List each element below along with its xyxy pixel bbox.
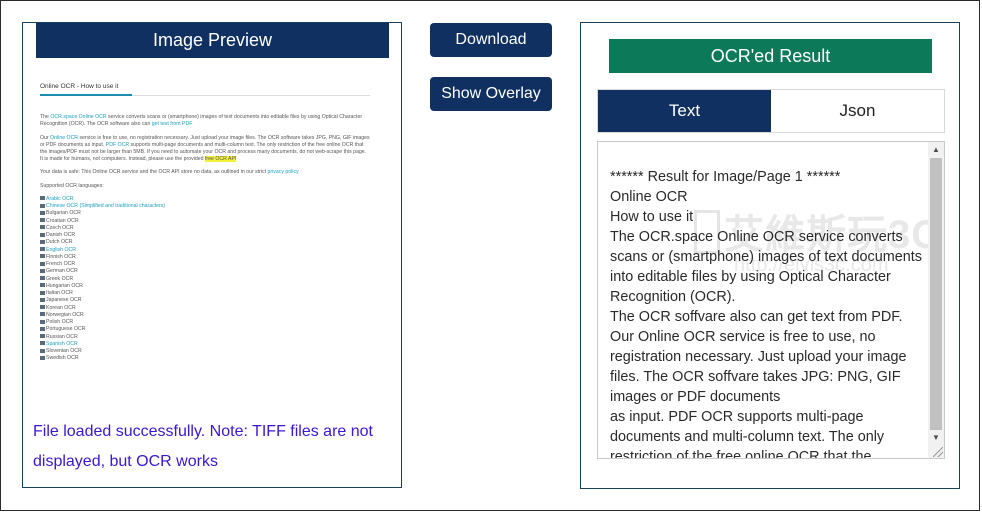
doc-title: Online OCR - How to use it <box>40 83 119 90</box>
scroll-down-icon[interactable]: ▼ <box>928 430 944 444</box>
flag-icon <box>40 210 45 215</box>
language-item: Hungarian OCR <box>40 283 370 290</box>
flag-icon <box>40 334 45 339</box>
language-item: Italian OCR <box>40 290 370 297</box>
image-preview-header: Image Preview <box>36 23 389 58</box>
flag-icon <box>40 218 45 223</box>
scroll-thumb[interactable] <box>930 158 942 430</box>
tab-json[interactable]: Json <box>771 90 944 132</box>
language-item: English OCR <box>40 247 370 254</box>
flag-icon <box>40 283 45 288</box>
language-item: Swedish OCR <box>40 355 370 362</box>
flag-icon <box>40 232 45 237</box>
flag-icon <box>40 268 45 273</box>
language-item: French OCR <box>40 261 370 268</box>
flag-icon <box>40 319 45 324</box>
flag-icon <box>40 247 45 252</box>
language-item: Spanish OCR <box>40 341 370 348</box>
language-item: Portuguese OCR <box>40 326 370 333</box>
doc-paragraph-3: Your data is safe: This Online OCR servi… <box>40 169 299 176</box>
ocr-result-header: OCR'ed Result <box>609 39 932 73</box>
result-tabs: Text Json <box>597 89 945 133</box>
language-item: Bulgarian OCR <box>40 210 370 217</box>
image-preview-panel: Image Preview Online OCR - How to use it… <box>22 22 402 488</box>
preview-document-image: Online OCR - How to use it The OCR.space… <box>40 83 370 418</box>
language-item: Finnish OCR <box>40 254 370 261</box>
language-item: Dutch OCR <box>40 239 370 246</box>
flag-icon <box>40 297 45 302</box>
download-button[interactable]: Download <box>430 23 552 57</box>
doc-paragraph-1: The OCR.space Online OCR service convert… <box>40 114 363 128</box>
flag-icon <box>40 276 45 281</box>
flag-icon <box>40 290 45 295</box>
language-item: Korean OCR <box>40 305 370 312</box>
language-item: Polish OCR <box>40 319 370 326</box>
language-item: Danish OCR <box>40 232 370 239</box>
flag-icon <box>40 312 45 317</box>
language-item: Greek OCR <box>40 276 370 283</box>
language-item: Czech OCR <box>40 225 370 232</box>
flag-icon <box>40 225 45 230</box>
resize-grip-icon[interactable] <box>933 447 943 457</box>
flag-icon <box>40 305 45 310</box>
ocr-result-text: ****** Result for Image/Page 1 ****** On… <box>610 169 922 459</box>
doc-title-underline <box>40 94 370 97</box>
flag-icon <box>40 326 45 331</box>
flag-icon <box>40 239 45 244</box>
flag-icon <box>40 355 45 360</box>
show-overlay-button[interactable]: Show Overlay <box>430 77 552 111</box>
tab-text[interactable]: Text <box>598 90 771 132</box>
language-item: Croatian OCR <box>40 218 370 225</box>
language-item: Slovenian OCR <box>40 348 370 355</box>
flag-icon <box>40 341 45 346</box>
flag-icon <box>40 348 45 353</box>
flag-icon <box>40 203 45 208</box>
ocr-result-panel: OCR'ed Result Text Json 艾維斯玩3C http://el… <box>580 22 960 489</box>
language-item: Norwegian OCR <box>40 312 370 319</box>
flag-icon <box>40 261 45 266</box>
doc-language-list: Arabic OCR Chinese OCR (Simplified and tr… <box>40 196 370 363</box>
doc-paragraph-4: Supported OCR languages: <box>40 182 104 189</box>
language-item: Chinese OCR (Simplified and traditional … <box>40 203 370 210</box>
flag-icon <box>40 254 45 259</box>
language-item: Arabic OCR <box>40 196 370 203</box>
doc-paragraph-2: Our Online OCR service is free to use, n… <box>40 134 370 163</box>
language-item: German OCR <box>40 268 370 275</box>
file-status-message: File loaded successfully. Note: TIFF fil… <box>33 423 373 470</box>
textarea-scrollbar[interactable]: ▲ ▼ <box>928 142 944 458</box>
scroll-up-icon[interactable]: ▲ <box>928 142 944 156</box>
language-item: Japanese OCR <box>40 297 370 304</box>
flag-icon <box>40 196 45 201</box>
language-item: Russian OCR <box>40 334 370 341</box>
ocr-result-textarea[interactable]: 艾維斯玩3C http://elvis3c.com ****** Result … <box>597 141 945 459</box>
